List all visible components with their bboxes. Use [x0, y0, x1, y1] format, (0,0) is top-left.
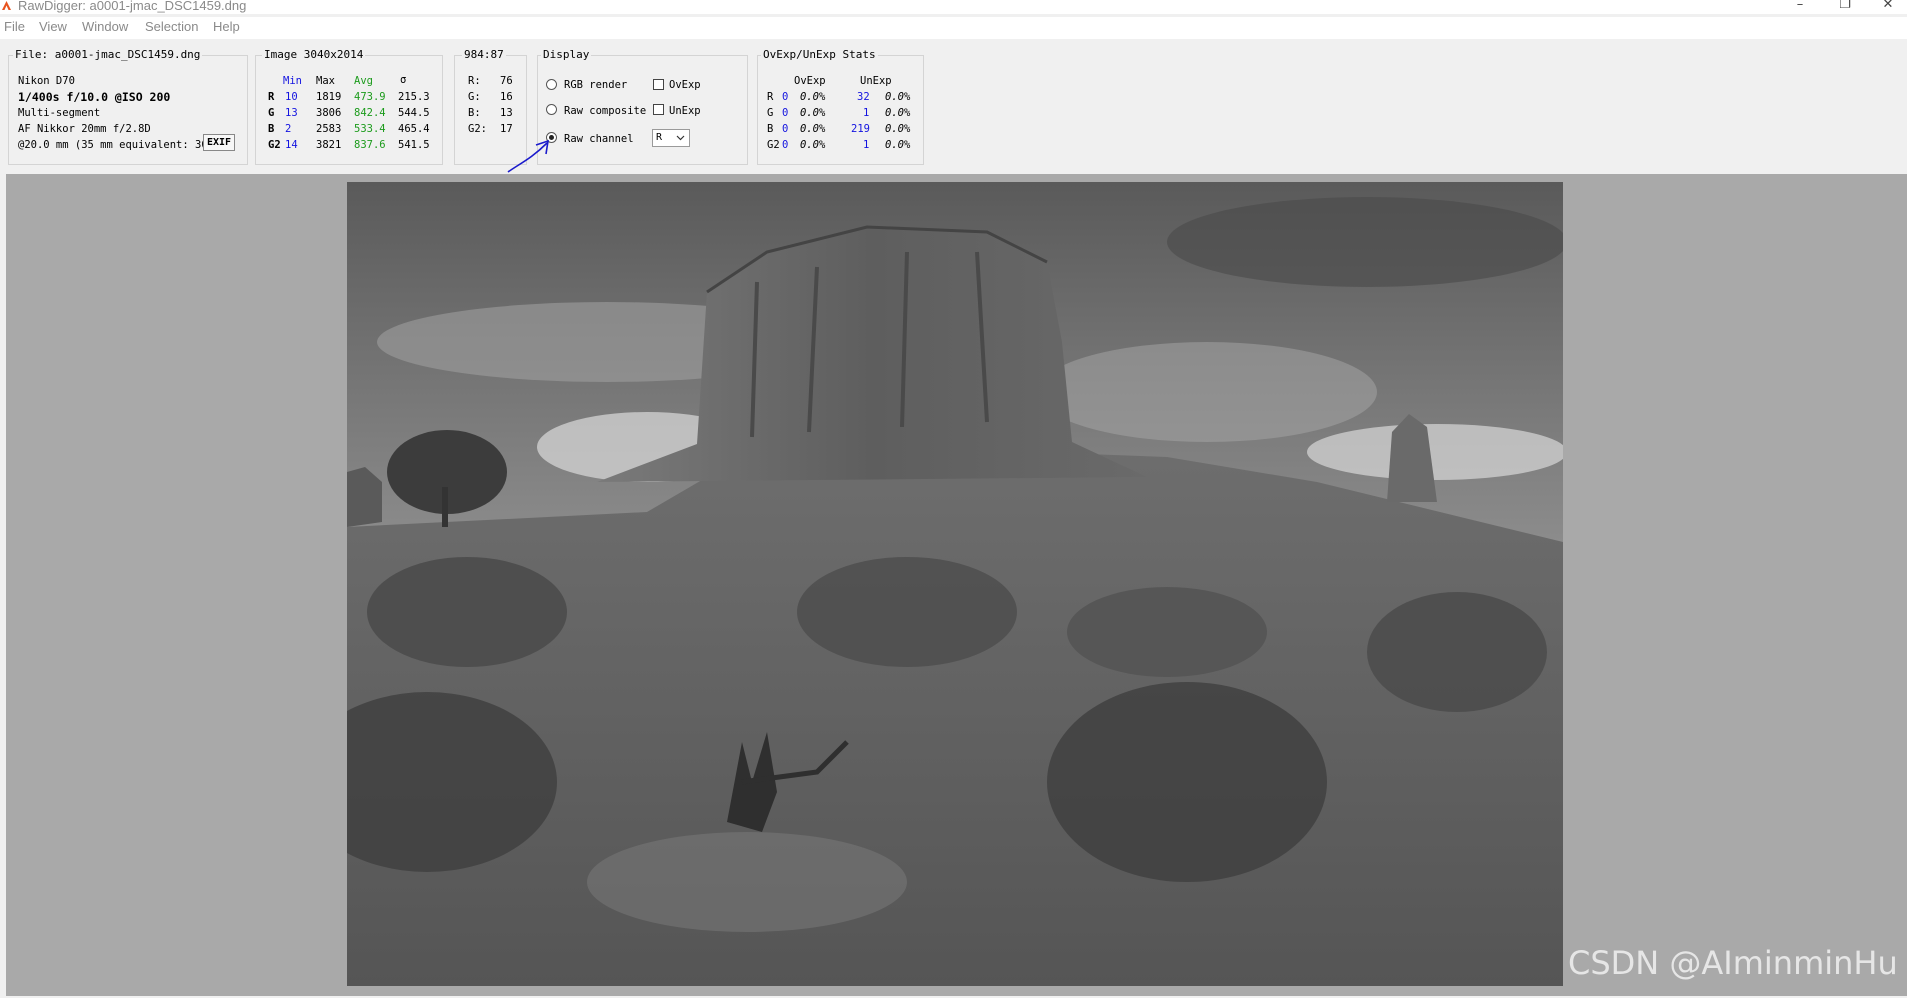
- annotation-arrow-icon: [507, 139, 549, 173]
- pixel-label: G2:: [468, 123, 487, 135]
- raw-channel-label[interactable]: Raw channel: [564, 133, 634, 145]
- header-max: Max: [316, 75, 335, 87]
- stat-channel: R: [268, 91, 275, 103]
- rgb-render-label[interactable]: RGB render: [564, 79, 627, 91]
- close-button[interactable]: ✕: [1868, 0, 1907, 12]
- stat-sigma: 215.3: [398, 91, 430, 103]
- exp-channel: R: [767, 91, 774, 103]
- raw-composite-label[interactable]: Raw composite: [564, 105, 646, 117]
- focal-length: @20.0 mm (35 mm equivalent: 30.: [18, 139, 214, 151]
- stat-max: 1819: [316, 91, 342, 103]
- menu-help[interactable]: Help: [213, 19, 240, 34]
- unexp-count: 1: [863, 107, 870, 119]
- ovexp-count: 0: [782, 139, 789, 151]
- ovexp-label[interactable]: OvExp: [669, 79, 701, 91]
- stat-channel: G2: [268, 139, 281, 151]
- title-bar: [0, 0, 1907, 14]
- pixel-value: 76: [500, 75, 513, 87]
- minimize-button[interactable]: –: [1780, 0, 1820, 12]
- stat-avg: 837.6: [354, 139, 386, 151]
- pixel-value: 17: [500, 123, 513, 135]
- restore-button[interactable]: ❐: [1825, 0, 1865, 12]
- exposure-info: 1/400s f/10.0 @ISO 200: [18, 90, 171, 104]
- unexp-count: 32: [857, 91, 870, 103]
- header-sigma: σ: [400, 74, 407, 86]
- header-ovexp: OvExp: [794, 75, 826, 87]
- ovexp-percent: 0.0%: [800, 107, 826, 119]
- pixel-label: R:: [468, 75, 481, 87]
- unexp-percent: 0.0%: [885, 139, 911, 151]
- chevron-down-icon: [676, 135, 685, 141]
- watermark-text: CSDN @AIminminHu: [1568, 944, 1898, 982]
- unexp-count: 219: [851, 123, 870, 135]
- file-panel-title: File: a0001-jmac_DSC1459.dng: [13, 48, 203, 61]
- pixel-value: 13: [500, 107, 513, 119]
- pixel-label: B:: [468, 107, 481, 119]
- pixel-label: G:: [468, 91, 481, 103]
- camera-model: Nikon D70: [18, 75, 75, 87]
- unexp-percent: 0.0%: [885, 91, 911, 103]
- ovexp-percent: 0.0%: [800, 139, 826, 151]
- stat-min: 13: [285, 107, 298, 119]
- stat-sigma: 541.5: [398, 139, 430, 151]
- menu-selection[interactable]: Selection: [145, 19, 198, 34]
- ovexp-count: 0: [782, 91, 789, 103]
- menu-view[interactable]: View: [39, 19, 67, 34]
- stat-channel: B: [268, 123, 275, 135]
- stat-max: 3806: [316, 107, 342, 119]
- unexp-label[interactable]: UnExp: [669, 105, 701, 117]
- ovexp-checkbox[interactable]: [653, 79, 664, 90]
- unexp-count: 1: [863, 139, 870, 151]
- ovexp-count: 0: [782, 107, 789, 119]
- stat-sigma: 465.4: [398, 123, 430, 135]
- exp-channel: B: [767, 123, 774, 135]
- ovexp-count: 0: [782, 123, 789, 135]
- menu-bar: [0, 17, 1907, 39]
- stat-min: 14: [285, 139, 298, 151]
- stat-avg: 842.4: [354, 107, 386, 119]
- menu-file[interactable]: File: [4, 19, 25, 34]
- exp-channel: G2: [767, 139, 780, 151]
- exp-channel: G: [767, 107, 774, 119]
- rawdigger-logo-icon: [2, 1, 11, 10]
- stat-avg: 473.9: [354, 91, 386, 103]
- raw-channel-image[interactable]: [347, 182, 1563, 986]
- stat-max: 2583: [316, 123, 342, 135]
- ovexp-percent: 0.0%: [800, 91, 826, 103]
- stats-panel-title: OvExp/UnExp Stats: [761, 48, 878, 61]
- cursor-position: 984:87: [462, 48, 506, 61]
- stat-avg: 533.4: [354, 123, 386, 135]
- header-avg: Avg: [354, 75, 373, 87]
- header-min: Min: [283, 75, 302, 87]
- window-title: RawDigger: a0001-jmac_DSC1459.dng: [18, 0, 247, 13]
- stat-max: 3821: [316, 139, 342, 151]
- unexp-percent: 0.0%: [885, 107, 911, 119]
- pixel-value: 16: [500, 91, 513, 103]
- unexp-percent: 0.0%: [885, 123, 911, 135]
- exif-button[interactable]: EXIF: [203, 134, 235, 151]
- metering-mode: Multi-segment: [18, 107, 101, 119]
- unexp-checkbox[interactable]: [653, 104, 664, 115]
- header-unexp: UnExp: [860, 75, 892, 87]
- stat-sigma: 544.5: [398, 107, 430, 119]
- display-panel-title: Display: [541, 48, 592, 61]
- menu-window[interactable]: Window: [82, 19, 128, 34]
- image-panel-title: Image 3040x2014: [262, 48, 366, 61]
- channel-dropdown[interactable]: R: [652, 129, 690, 147]
- rgb-render-radio[interactable]: [546, 79, 557, 90]
- channel-dropdown-value: R: [656, 132, 663, 143]
- stat-channel: G: [268, 107, 275, 119]
- stat-min: 10: [285, 91, 298, 103]
- ovexp-percent: 0.0%: [800, 123, 826, 135]
- raw-composite-radio[interactable]: [546, 104, 557, 115]
- stat-min: 2: [285, 123, 292, 135]
- lens-info: AF Nikkor 20mm f/2.8D: [18, 123, 151, 135]
